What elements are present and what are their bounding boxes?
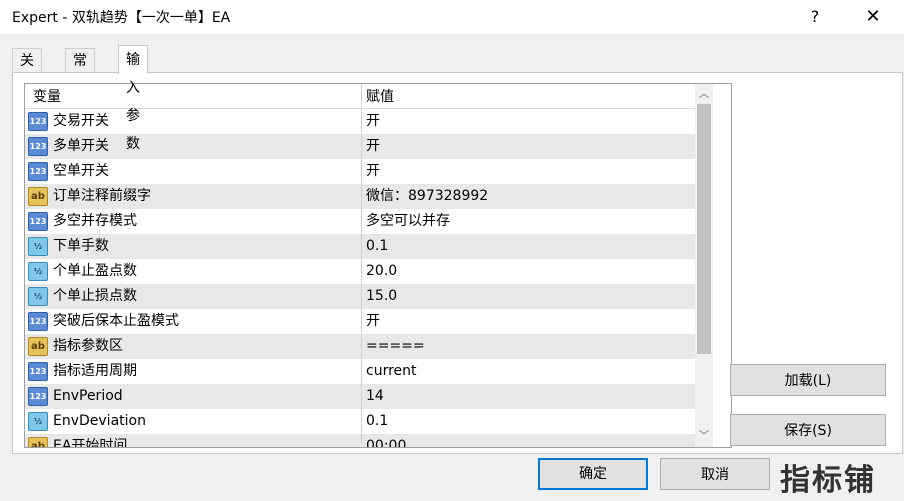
row-variable-name: 指标适用周期 [53, 363, 137, 379]
table-row[interactable]: ½ 个单止损点数 15.0 [25, 284, 695, 310]
table-row[interactable]: ½ 下单手数 0.1 [25, 234, 695, 260]
table-row[interactable]: 123 指标适用周期 current [25, 359, 695, 385]
row-variable-name: 交易开关 [53, 113, 109, 129]
row-variable-name: 下单手数 [53, 238, 109, 254]
scroll-up-icon[interactable]: ︿ [695, 86, 713, 104]
string-type-icon: ab [28, 337, 48, 356]
row-value[interactable]: 开 [366, 109, 380, 134]
row-value[interactable]: 微信：897328992 [366, 184, 488, 209]
row-variable-name: 个单止盈点数 [53, 263, 137, 279]
row-variable-name: 订单注释前缀字 [53, 188, 151, 204]
vertical-scrollbar[interactable]: ︿ ﹀ [695, 84, 713, 447]
row-value[interactable]: 0.1 [366, 409, 388, 434]
integer-type-icon: 123 [28, 387, 48, 406]
table-row[interactable]: 123 EnvPeriod 14 [25, 384, 695, 410]
table-row[interactable]: ab 订单注释前缀字 微信：897328992 [25, 184, 695, 210]
table-row[interactable]: 123 突破后保本止盈模式 开 [25, 309, 695, 335]
integer-type-icon: 123 [28, 162, 48, 181]
row-value[interactable]: 00:00 [366, 434, 406, 447]
string-type-icon: ab [28, 187, 48, 206]
integer-type-icon: 123 [28, 137, 48, 156]
row-value[interactable]: 开 [366, 134, 380, 159]
row-variable-name: EnvDeviation [53, 413, 146, 429]
header-value[interactable]: 赋值 [366, 84, 394, 108]
row-variable-name: 空单开关 [53, 163, 109, 179]
double-type-icon: ½ [28, 412, 48, 431]
tab-about[interactable]: 关于 [12, 48, 42, 93]
row-variable-name: 个单止损点数 [53, 288, 137, 304]
tab-panel-inputs: 变量 赋值 123 交易开关开 123 多单开关开 123 空单开关开 ab 订单注释前缀字微… [12, 72, 903, 454]
double-type-icon: ½ [28, 287, 48, 306]
row-value[interactable]: ===== [366, 334, 425, 359]
header-variable[interactable]: 变量 [33, 84, 61, 108]
watermark-logo: 指标铺 [780, 463, 876, 498]
help-button[interactable]: ? [792, 0, 838, 34]
integer-type-icon: 123 [28, 362, 48, 381]
string-type-icon: ab [28, 437, 48, 447]
row-variable-name: EA开始时间 [53, 438, 128, 448]
ok-button[interactable]: 确定 [538, 458, 648, 490]
column-divider [361, 84, 362, 444]
row-value[interactable]: 15.0 [366, 284, 397, 309]
table-row[interactable]: ab 指标参数区 ===== [25, 334, 695, 360]
title-bar: Expert - 双轨趋势【一次一单】EA ? ✕ [0, 0, 904, 34]
row-variable-name: 多单开关 [53, 138, 109, 154]
table-row[interactable]: 123 空单开关 开 [25, 159, 695, 185]
table-row[interactable]: ab EA开始时间 00:00 [25, 434, 695, 448]
table-row[interactable]: ½ 个单止盈点数 20.0 [25, 259, 695, 285]
table-row[interactable]: ½ EnvDeviation 0.1 [25, 409, 695, 435]
row-value[interactable]: 0.1 [366, 234, 388, 259]
tab-inputs[interactable]: 输入参数 [118, 45, 148, 152]
double-type-icon: ½ [28, 237, 48, 256]
integer-type-icon: 123 [28, 312, 48, 331]
row-value[interactable]: 多空可以并存 [366, 209, 450, 234]
window-title: Expert - 双轨趋势【一次一单】EA [12, 10, 231, 26]
scroll-down-icon[interactable]: ﹀ [695, 428, 713, 446]
row-variable-name: 多空并存模式 [53, 213, 137, 229]
tab-common[interactable]: 常用 [65, 48, 95, 93]
double-type-icon: ½ [28, 262, 48, 281]
integer-type-icon: 123 [28, 212, 48, 231]
row-variable-name: EnvPeriod [53, 388, 123, 404]
integer-type-icon: 123 [28, 112, 48, 131]
scroll-thumb[interactable] [697, 104, 711, 354]
save-button[interactable]: 保存(S) [730, 414, 886, 446]
load-button[interactable]: 加载(L) [730, 364, 886, 396]
close-button[interactable]: ✕ [850, 0, 896, 34]
table-row[interactable]: 123 多空并存模式 多空可以并存 [25, 209, 695, 235]
row-value[interactable]: 开 [366, 159, 380, 184]
row-value[interactable]: 14 [366, 384, 384, 409]
cancel-button[interactable]: 取消 [660, 458, 770, 490]
row-value[interactable]: 开 [366, 309, 380, 334]
row-variable-name: 突破后保本止盈模式 [53, 313, 179, 329]
row-value[interactable]: current [366, 359, 417, 384]
row-variable-name: 指标参数区 [53, 338, 123, 354]
row-value[interactable]: 20.0 [366, 259, 397, 284]
